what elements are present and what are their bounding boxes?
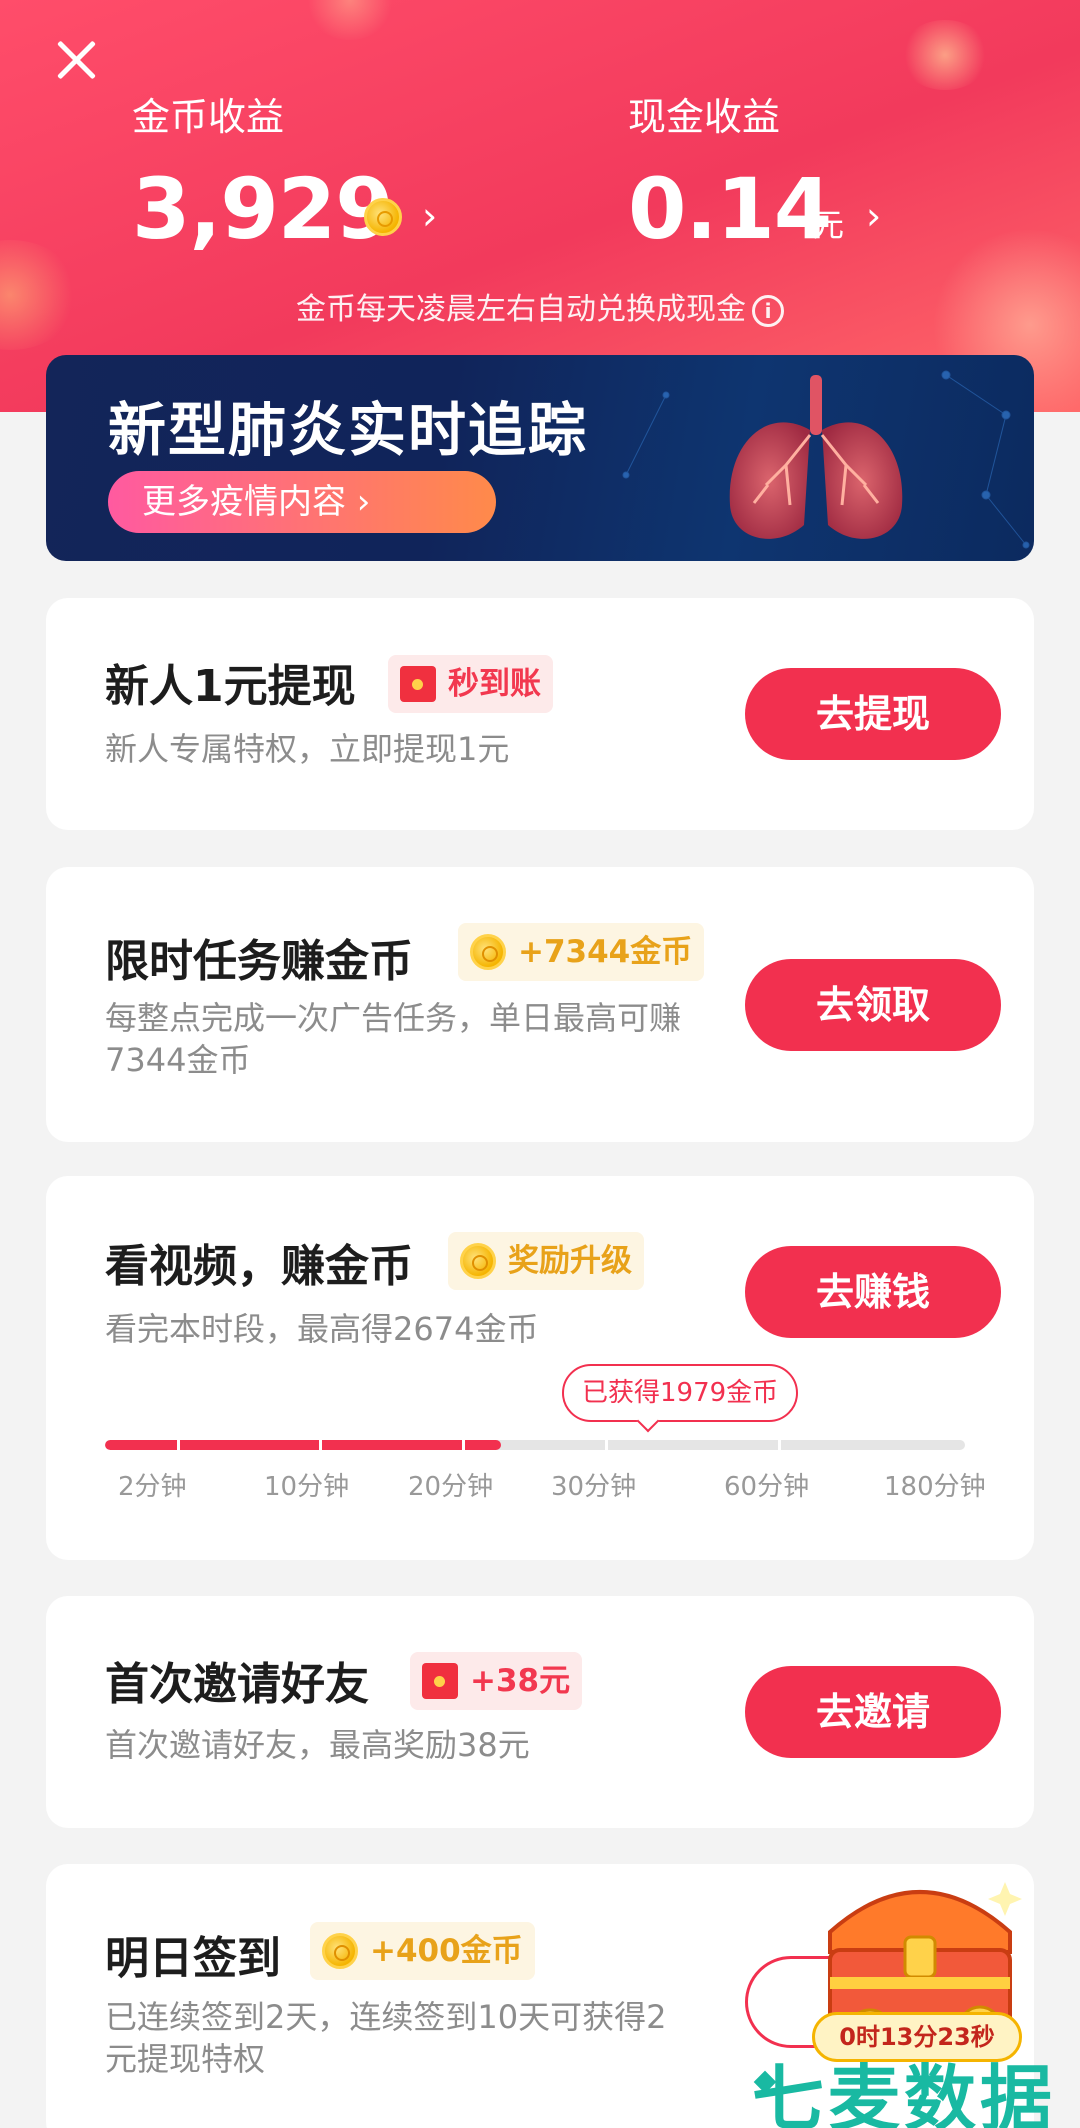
watch-progress-bar: [105, 1440, 965, 1450]
coin-earnings-label: 金币收益: [132, 95, 285, 139]
task-badge: +38元: [410, 1652, 583, 1710]
invite-button[interactable]: 去邀请: [745, 1666, 1001, 1758]
earnings-header: 金币收益 3,929 › 现金收益 0.14 元 › 金币每天凌晨左右自动兑换成…: [0, 0, 1080, 412]
task-desc: 新人专属特权，立即提现1元: [105, 730, 510, 768]
progress-tick-label: 20分钟: [408, 1472, 494, 1502]
progress-tick-label: 10分钟: [264, 1472, 350, 1502]
pneumonia-tracker-banner[interactable]: 新型肺炎实时追踪 更多疫情内容 ›: [46, 355, 1034, 561]
task-badge-text: +38元: [470, 1663, 571, 1699]
progress-segment-divider: [319, 1440, 322, 1450]
coin-icon: [470, 934, 506, 970]
task-card-limited-time: 限时任务赚金币 +7344金币 每整点完成一次广告任务，单日最高可赚7344金币…: [46, 867, 1034, 1142]
exchange-note: 金币每天凌晨左右自动兑换成现金 i: [0, 284, 1080, 328]
coin-icon: [460, 1243, 496, 1279]
task-title: 明日签到: [105, 1933, 281, 1984]
task-desc: 首次邀请好友，最高奖励38元: [105, 1726, 530, 1764]
cash-earnings-value[interactable]: 0.14: [628, 160, 832, 258]
task-card-newbie-withdraw: 新人1元提现 秒到账 新人专属特权，立即提现1元 去提现: [46, 598, 1034, 830]
earned-coins-tooltip: 已获得1979金币: [562, 1364, 799, 1422]
task-badge-text: 奖励升级: [508, 1243, 632, 1279]
withdraw-button[interactable]: 去提现: [745, 668, 1001, 760]
progress-tick-label: 60分钟: [724, 1472, 810, 1502]
task-title: 首次邀请好友: [105, 1659, 369, 1710]
task-badge: 奖励升级: [448, 1232, 644, 1290]
coin-icon: [364, 198, 402, 236]
claim-button[interactable]: 去领取: [745, 959, 1001, 1051]
red-envelope-icon: [400, 666, 436, 702]
task-title: 看视频，赚金币: [105, 1241, 413, 1292]
coin-icon: [322, 1933, 358, 1969]
chevron-right-icon[interactable]: ›: [866, 194, 881, 238]
cash-earnings-label: 现金收益: [628, 95, 781, 139]
progress-fill: [105, 1440, 501, 1450]
progress-segment-divider: [177, 1440, 180, 1450]
task-title: 限时任务赚金币: [105, 936, 413, 987]
decor-blob: [305, 0, 395, 40]
progress-tick-label: 30分钟: [551, 1472, 637, 1502]
banner-title: 新型肺炎实时追踪: [108, 396, 589, 464]
task-badge: +7344金币: [458, 923, 705, 981]
task-badge-text: 秒到账: [448, 666, 541, 702]
more-epidemic-button[interactable]: 更多疫情内容 ›: [108, 471, 496, 533]
task-badge-text: +7344金币: [518, 934, 693, 970]
info-icon[interactable]: i: [752, 294, 784, 327]
task-badge-text: +400金币: [370, 1933, 523, 1969]
chevron-right-icon[interactable]: ›: [422, 194, 437, 238]
decor-blob: [900, 20, 990, 90]
progress-segment-divider: [605, 1440, 608, 1450]
task-desc: 每整点完成一次广告任务，单日最高可赚7344金币: [105, 999, 682, 1079]
cash-unit: 元: [812, 206, 845, 244]
red-envelope-icon: [422, 1663, 458, 1699]
task-badge: +400金币: [310, 1922, 535, 1980]
exchange-note-text: 金币每天凌晨左右自动兑换成现金: [296, 292, 746, 327]
task-badge: 秒到账: [388, 655, 553, 713]
progress-tick-label: 2分钟: [118, 1472, 187, 1502]
task-desc: 已连续签到2天，连续签到10天可获得2元提现特权: [105, 1998, 667, 2078]
progress-segment-divider: [778, 1440, 781, 1450]
task-card-watch-video: 看视频，赚金币 奖励升级 看完本时段，最高得2674金币 去赚钱 已获得1979…: [46, 1176, 1034, 1560]
earn-button[interactable]: 去赚钱: [745, 1246, 1001, 1338]
progress-segment-divider: [462, 1440, 465, 1450]
close-icon[interactable]: [50, 33, 102, 85]
task-title: 新人1元提现: [105, 661, 356, 712]
task-desc: 看完本时段，最高得2674金币: [105, 1310, 539, 1348]
coin-earnings-value[interactable]: 3,929: [132, 160, 394, 258]
progress-tick-label: 180分钟: [884, 1472, 986, 1502]
watermark: 七麦数据: [752, 2057, 1057, 2128]
task-card-invite-friend: 首次邀请好友 +38元 首次邀请好友，最高奖励38元 去邀请: [46, 1596, 1034, 1828]
lungs-icon: [729, 375, 903, 539]
